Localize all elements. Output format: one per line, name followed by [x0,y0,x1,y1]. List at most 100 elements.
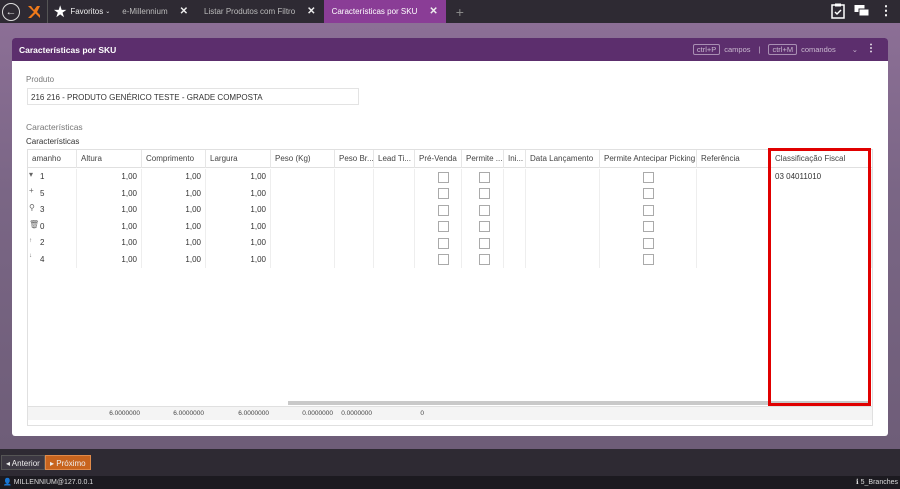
cell-altura[interactable]: 1,00 [77,202,142,219]
checkbox[interactable] [643,204,654,216]
cell-peso[interactable] [271,251,335,268]
cell-largura[interactable]: 1,00 [206,251,271,268]
more-options-icon[interactable]: ⋮ [878,3,894,19]
cell-lead-time[interactable] [374,169,415,186]
cell-data-lancamento[interactable] [526,218,600,235]
cell-peso[interactable] [271,169,335,186]
cell-comprimento[interactable]: 1,00 [142,169,206,186]
table-row[interactable]: 5 1,00 1,00 1,00 [28,185,872,202]
cell-largura[interactable]: 1,00 [206,218,271,235]
cell-classificacao-fiscal[interactable] [771,185,872,202]
cell-inicio[interactable] [504,185,526,202]
checkbox[interactable] [643,237,654,249]
checkbox[interactable] [438,188,449,199]
cell-classificacao-fiscal[interactable] [771,251,872,268]
cell-data-lancamento[interactable] [526,251,600,268]
close-icon[interactable]: ✕ [180,6,188,17]
cell-permite[interactable] [462,185,504,202]
cell-permite[interactable] [462,202,504,219]
cell-pre-venda[interactable] [415,251,462,268]
millennium-logo[interactable] [26,4,42,20]
tab-caracteristicas-sku[interactable]: Características por SKU ✕ [323,0,446,23]
checkbox[interactable] [643,171,654,183]
cell-pre-venda[interactable] [415,202,462,219]
cell-peso-bruto[interactable] [335,169,374,186]
chevron-down-icon[interactable]: ⌄ [852,45,858,54]
cell-tamanho[interactable]: 0 [28,218,77,235]
checkbox[interactable] [479,188,490,199]
cell-data-lancamento[interactable] [526,235,600,252]
column-peso[interactable]: Peso (Kg) [271,150,335,168]
cell-altura[interactable]: 1,00 [77,251,142,268]
cell-data-lancamento[interactable] [526,202,600,219]
cell-pre-venda[interactable] [415,218,462,235]
cell-inicio[interactable] [504,235,526,252]
favorites-menu[interactable]: ★ Favoritos ⌄ [53,2,110,22]
cell-permite[interactable] [462,218,504,235]
tab-listar-produtos[interactable]: Listar Produtos com Filtro ✕ [196,0,324,23]
cell-peso-bruto[interactable] [335,251,374,268]
checkbox[interactable] [479,171,490,183]
cell-lead-time[interactable] [374,202,415,219]
fields-shortcut-label[interactable]: campos [724,45,750,54]
cell-referencia[interactable] [697,251,771,268]
table-row[interactable]: 3 1,00 1,00 1,00 [28,202,872,219]
cell-tamanho[interactable]: 5 [28,185,77,202]
cell-comprimento[interactable]: 1,00 [142,218,206,235]
cell-tamanho[interactable]: 1 [28,169,77,186]
cell-comprimento[interactable]: 1,00 [142,202,206,219]
cell-permite-antecipar[interactable] [600,251,697,268]
checkbox[interactable] [643,254,654,265]
cell-referencia[interactable] [697,202,771,219]
cell-peso[interactable] [271,218,335,235]
column-pre-venda[interactable]: Pré-Venda [415,150,462,168]
cell-permite[interactable] [462,235,504,252]
cell-tamanho[interactable]: 4 [28,251,77,268]
column-permite-antecipar-picking[interactable]: Permite Antecipar Picking [600,150,697,168]
product-field[interactable]: 216 216 - PRODUTO GENÉRICO TESTE - GRADE… [27,88,359,105]
back-arrow-icon[interactable]: ← [2,2,20,21]
cell-inicio[interactable] [504,251,526,268]
column-peso-bruto[interactable]: Peso Br... [335,150,374,168]
column-referencia[interactable]: Referência [697,150,771,168]
cell-peso-bruto[interactable] [335,185,374,202]
cell-largura[interactable]: 1,00 [206,235,271,252]
cell-comprimento[interactable]: 1,00 [142,235,206,252]
checkbox[interactable] [479,221,490,232]
cell-largura[interactable]: 1,00 [206,169,271,186]
cell-peso[interactable] [271,202,335,219]
next-button[interactable]: ▸ Próximo [45,455,91,470]
column-tamanho[interactable]: amanho [28,150,77,168]
cell-lead-time[interactable] [374,218,415,235]
table-row[interactable]: 1 1,00 1,00 1,00 03 04011010 [28,169,872,186]
fields-shortcut-key[interactable]: ctrl+P [692,44,721,55]
column-largura[interactable]: Largura [206,150,271,168]
cell-comprimento[interactable]: 1,00 [142,251,206,268]
checkbox[interactable] [438,171,449,183]
cell-peso-bruto[interactable] [335,235,374,252]
cell-permite-antecipar[interactable] [600,218,697,235]
checkbox[interactable] [438,204,449,216]
checkbox[interactable] [643,188,654,199]
cell-permite-antecipar[interactable] [600,185,697,202]
cell-data-lancamento[interactable] [526,169,600,186]
checkbox[interactable] [438,237,449,249]
cell-pre-venda[interactable] [415,235,462,252]
cell-classificacao-fiscal[interactable]: 03 04011010 [771,169,872,186]
add-tab-button[interactable]: + [456,4,464,20]
column-permite[interactable]: Permite ... [462,150,504,168]
cell-referencia[interactable] [697,218,771,235]
cell-referencia[interactable] [697,235,771,252]
checkbox[interactable] [438,221,449,232]
tab-e-millennium[interactable]: e-Millennium ✕ [114,0,196,23]
cell-lead-time[interactable] [374,185,415,202]
commands-shortcut-key[interactable]: ctrl+M [768,44,798,55]
previous-button[interactable]: ◂ Anterior [1,455,45,470]
commands-shortcut-label[interactable]: comandos [801,45,836,54]
cell-peso-bruto[interactable] [335,218,374,235]
cell-lead-time[interactable] [374,251,415,268]
column-altura[interactable]: Altura [77,150,142,168]
cell-permite-antecipar[interactable] [600,202,697,219]
cell-largura[interactable]: 1,00 [206,202,271,219]
cell-altura[interactable]: 1,00 [77,235,142,252]
